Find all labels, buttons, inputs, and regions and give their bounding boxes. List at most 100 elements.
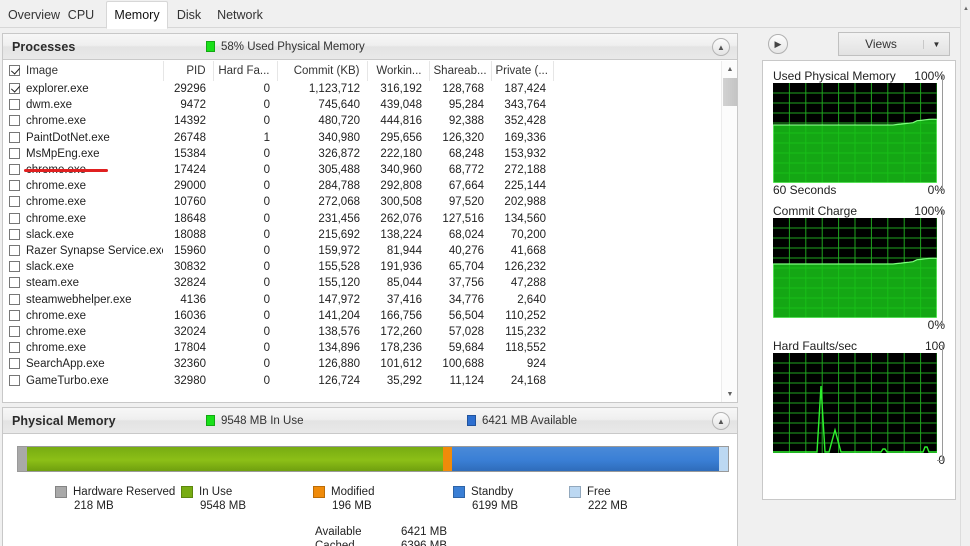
table-row[interactable]: slack.exe308320155,528191,93665,704126,2… <box>3 259 721 275</box>
processes-panel-header[interactable]: Processes 58% Used Physical Memory ▲ <box>3 34 737 60</box>
memory-legend: Hardware Reserved218 MBIn Use9548 MBModi… <box>3 486 737 520</box>
column-header-pid[interactable]: PID <box>163 61 213 81</box>
cell-pad <box>553 130 721 146</box>
chevron-right-icon[interactable]: ▶ <box>768 34 788 54</box>
processes-scrollbar[interactable]: ▲ ▼ <box>721 61 737 402</box>
table-row[interactable]: chrome.exe320240138,576172,26057,028115,… <box>3 324 721 340</box>
table-row[interactable]: explorer.exe2929601,123,712316,192128,76… <box>3 81 721 97</box>
process-checkbox[interactable] <box>9 180 20 191</box>
process-checkbox[interactable] <box>9 358 20 369</box>
cell-commit: 141,204 <box>277 308 367 324</box>
table-row[interactable]: dwm.exe94720745,640439,04895,284343,764 <box>3 97 721 113</box>
cell-hard: 0 <box>213 113 277 129</box>
chevron-down-icon[interactable]: ▼ <box>923 40 949 49</box>
legend-swatch-icon <box>569 486 581 498</box>
column-header-pad[interactable] <box>553 61 721 81</box>
chevron-up-icon[interactable]: ▲ <box>712 38 730 56</box>
column-header-working[interactable]: Workin... <box>367 61 429 81</box>
cell-hard: 0 <box>213 259 277 275</box>
process-checkbox[interactable] <box>9 164 20 175</box>
tab-cpu[interactable]: CPU <box>62 2 100 28</box>
table-row[interactable]: slack.exe180880215,692138,22468,02470,20… <box>3 227 721 243</box>
cell-private: 169,336 <box>491 130 553 146</box>
cell-private: 24,168 <box>491 373 553 389</box>
select-all-checkbox[interactable] <box>9 65 20 76</box>
legend-value: 9548 MB <box>200 500 246 512</box>
table-row[interactable]: Razer Synapse Service.exe159600159,97281… <box>3 243 721 259</box>
processes-panel: Processes 58% Used Physical Memory ▲ Ima… <box>2 33 738 403</box>
memory-segment-in-use <box>27 447 443 471</box>
column-header-hard[interactable]: Hard Fa... <box>213 61 277 81</box>
left-column: Processes 58% Used Physical Memory ▲ Ima… <box>0 29 742 546</box>
process-checkbox[interactable] <box>9 326 20 337</box>
scroll-up-icon[interactable]: ▲ <box>722 61 738 77</box>
cell-private: 41,668 <box>491 243 553 259</box>
tab-disk[interactable]: Disk <box>170 2 208 28</box>
table-row[interactable]: chrome.exe107600272,068300,50897,520202,… <box>3 194 721 210</box>
cell-image: chrome.exe <box>3 340 163 356</box>
views-button[interactable]: Views ▼ <box>838 32 950 56</box>
legend-swatch-icon <box>181 486 193 498</box>
table-row[interactable]: steamwebhelper.exe41360147,97237,41634,7… <box>3 292 721 308</box>
physical-memory-panel-header[interactable]: Physical Memory 9548 MB In Use 6421 MB A… <box>3 408 737 434</box>
cell-hard: 0 <box>213 146 277 162</box>
table-row[interactable]: chrome.exe143920480,720444,81692,388352,… <box>3 113 721 129</box>
process-checkbox[interactable] <box>9 229 20 240</box>
process-checkbox[interactable] <box>9 83 20 94</box>
cell-private: 118,552 <box>491 340 553 356</box>
process-checkbox[interactable] <box>9 196 20 207</box>
column-header-image[interactable]: Image <box>3 61 163 81</box>
column-header-commit[interactable]: Commit (KB) <box>277 61 367 81</box>
scrollbar-thumb[interactable] <box>723 78 737 106</box>
resource-monitor-window: OverviewCPUMemoryDiskNetwork Processes 5… <box>0 0 970 546</box>
table-row[interactable]: GameTurbo.exe329800126,72435,29211,12424… <box>3 373 721 389</box>
table-row[interactable]: chrome.exe290000284,788292,80867,664225,… <box>3 178 721 194</box>
scroll-down-icon[interactable]: ▼ <box>722 386 738 402</box>
process-checkbox[interactable] <box>9 277 20 288</box>
cell-commit: 155,528 <box>277 259 367 275</box>
table-row[interactable]: chrome.exe160360141,204166,75656,504110,… <box>3 308 721 324</box>
legend-value: 6199 MB <box>472 500 518 512</box>
process-checkbox[interactable] <box>9 342 20 353</box>
cell-working: 172,260 <box>367 324 429 340</box>
processes-table-header-row[interactable]: ImagePIDHard Fa...Commit (KB)Workin...Sh… <box>3 61 721 81</box>
cell-image: chrome.exe <box>3 113 163 129</box>
cell-image: slack.exe <box>3 259 163 275</box>
column-header-share[interactable]: Shareab... <box>429 61 491 81</box>
process-checkbox[interactable] <box>9 213 20 224</box>
tab-overview[interactable]: Overview <box>6 2 62 28</box>
process-checkbox[interactable] <box>9 310 20 321</box>
cell-pad <box>553 227 721 243</box>
summary-row: Available6421 MB <box>315 526 447 538</box>
legend-label: Modified <box>331 486 374 498</box>
table-row[interactable]: chrome.exe178040134,896178,23659,684118,… <box>3 340 721 356</box>
table-row[interactable]: MsMpEng.exe153840326,872222,18068,248153… <box>3 146 721 162</box>
cell-commit: 159,972 <box>277 243 367 259</box>
table-row[interactable]: steam.exe328240155,12085,04437,75647,288 <box>3 275 721 291</box>
cell-working: 138,224 <box>367 227 429 243</box>
table-row[interactable]: chrome.exe174240305,488340,96068,772272,… <box>3 162 721 178</box>
cell-share: 95,284 <box>429 97 491 113</box>
table-row[interactable]: SearchApp.exe323600126,880101,612100,688… <box>3 356 721 372</box>
chevron-up-icon[interactable]: ▲ <box>961 2 970 16</box>
process-checkbox[interactable] <box>9 115 20 126</box>
process-name: PaintDotNet.exe <box>26 132 110 144</box>
table-row[interactable]: PaintDotNet.exe267481340,980295,656126,3… <box>3 130 721 146</box>
cell-image: chrome.exe <box>3 211 163 227</box>
process-checkbox[interactable] <box>9 99 20 110</box>
cell-hard: 0 <box>213 292 277 308</box>
process-checkbox[interactable] <box>9 245 20 256</box>
process-checkbox[interactable] <box>9 294 20 305</box>
window-scrollbar[interactable]: ▲ <box>960 0 970 546</box>
process-checkbox[interactable] <box>9 261 20 272</box>
process-checkbox[interactable] <box>9 132 20 143</box>
process-checkbox[interactable] <box>9 148 20 159</box>
cell-share: 128,768 <box>429 81 491 97</box>
chevron-up-icon[interactable]: ▲ <box>712 412 730 430</box>
process-checkbox[interactable] <box>9 375 20 386</box>
physical-memory-panel: Physical Memory 9548 MB In Use 6421 MB A… <box>2 407 738 546</box>
tab-memory[interactable]: Memory <box>106 1 168 29</box>
column-header-private[interactable]: Private (... <box>491 61 553 81</box>
tab-network[interactable]: Network <box>210 2 270 28</box>
table-row[interactable]: chrome.exe186480231,456262,076127,516134… <box>3 211 721 227</box>
